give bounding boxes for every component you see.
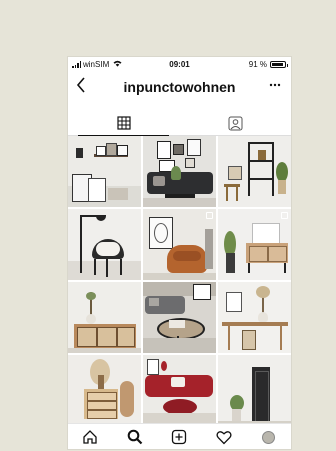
- post-thumbnail[interactable]: [218, 136, 291, 207]
- post-thumbnail[interactable]: [68, 136, 141, 207]
- tab-grid[interactable]: [68, 111, 179, 136]
- post-thumbnail[interactable]: [143, 136, 216, 207]
- grid-icon: [116, 116, 131, 130]
- multi-post-icon: [281, 212, 288, 219]
- post-thumbnail[interactable]: [218, 282, 291, 353]
- tab-tagged[interactable]: [180, 111, 291, 135]
- battery-percent: 91 %: [248, 60, 267, 69]
- search-icon[interactable]: [120, 426, 150, 448]
- avatar: [262, 430, 276, 444]
- profile-username: inpunctowohnen: [123, 79, 236, 95]
- post-thumbnail[interactable]: [143, 282, 216, 353]
- profile-header: inpunctowohnen: [68, 71, 291, 113]
- bottom-navigation: [68, 423, 291, 449]
- add-post-icon[interactable]: [164, 426, 194, 448]
- multi-post-icon: [206, 212, 213, 219]
- post-thumbnail[interactable]: [143, 209, 216, 280]
- posts-grid: [68, 136, 291, 423]
- more-dots-icon[interactable]: [269, 76, 281, 90]
- heart-icon[interactable]: [209, 426, 239, 448]
- post-thumbnail[interactable]: [68, 209, 141, 280]
- status-right: 91 %: [248, 60, 288, 69]
- battery-icon: [270, 61, 288, 68]
- profile-avatar[interactable]: [254, 426, 284, 448]
- post-thumbnail[interactable]: [143, 355, 216, 423]
- post-thumbnail[interactable]: [218, 209, 291, 280]
- profile-tabs: [68, 111, 291, 136]
- home-icon[interactable]: [75, 426, 105, 448]
- phone-screen: winSIM 09:01 91 % inpunctowohnen: [68, 57, 291, 449]
- post-thumbnail[interactable]: [218, 355, 291, 423]
- status-bar: winSIM 09:01 91 %: [68, 57, 291, 71]
- post-thumbnail[interactable]: [68, 282, 141, 353]
- post-thumbnail[interactable]: [68, 355, 141, 423]
- tagged-person-icon: [228, 116, 243, 130]
